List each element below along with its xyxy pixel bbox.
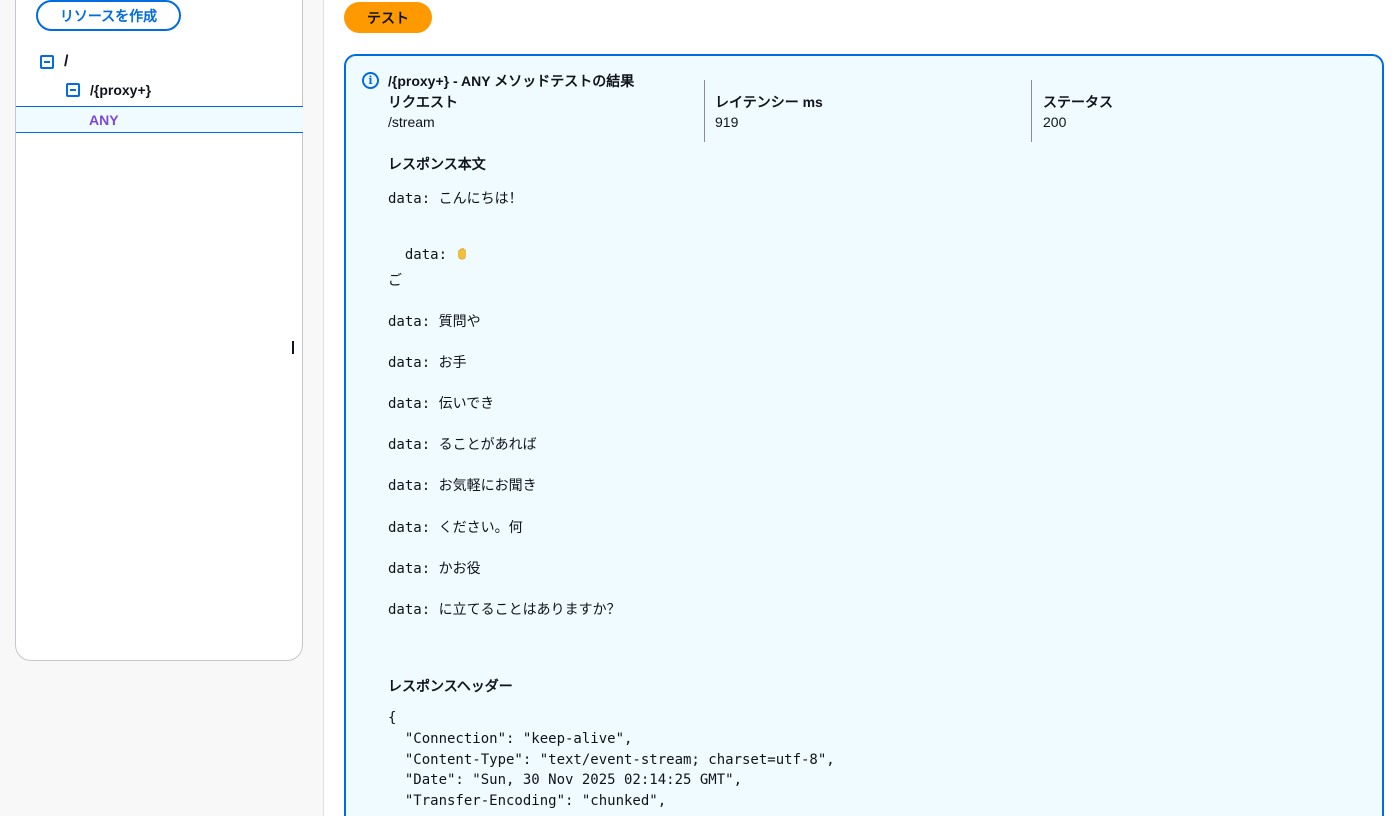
collapse-icon[interactable]: [66, 83, 80, 97]
request-label: リクエスト: [388, 94, 458, 110]
result-title: /{proxy+} - ANY メソッドテストの結果: [388, 73, 635, 89]
tree-node-label: /{proxy+}: [90, 82, 152, 98]
body-line: data: ることがあれば: [388, 437, 537, 453]
body-line: data: に立てることはありますか？: [388, 602, 621, 618]
resource-tree-panel: [15, 0, 303, 661]
body-line: data: こんにちは！: [388, 191, 523, 207]
header-line: {: [388, 710, 397, 726]
body-line: data: お手: [388, 355, 467, 371]
body-line: data: 伝いでき: [388, 396, 495, 412]
status-value: 200: [1043, 114, 1067, 130]
request-value: /stream: [388, 114, 435, 130]
header-line: "Connection": "keep-alive",: [388, 731, 633, 747]
test-button[interactable]: テスト: [344, 2, 432, 33]
header-line: "Transfer-Encoding": "chunked",: [388, 793, 667, 809]
header-line: "Date": "Sun, 30 Nov 2025 02:14:25 GMT",: [388, 772, 743, 788]
body-line: data: ください。何: [388, 520, 523, 536]
method-label: ANY: [89, 111, 119, 128]
header-line: "Content-Type": "text/event-stream; char…: [388, 752, 835, 768]
response-headers-title: レスポンスヘッダー: [388, 678, 513, 694]
body-line: ご: [388, 273, 402, 289]
collapse-icon[interactable]: [40, 55, 54, 69]
body-line: data: かお役: [388, 561, 481, 577]
body-line: data:: [388, 229, 469, 263]
latency-label: レイテンシー ms: [715, 94, 823, 110]
create-resource-button[interactable]: リソースを作成: [36, 0, 181, 31]
tree-node-proxy[interactable]: /{proxy+}: [66, 82, 151, 98]
tree-node-label: /: [64, 53, 69, 70]
tree-node-root[interactable]: /: [40, 53, 68, 71]
column-separator: [1031, 80, 1032, 142]
info-icon: i: [362, 72, 379, 89]
text-cursor-icon: [292, 341, 294, 354]
tree-node-any-method[interactable]: ANY: [16, 106, 303, 133]
body-line: data: お気軽にお聞き: [388, 478, 537, 494]
response-body-title: レスポンス本文: [388, 156, 486, 172]
waving-hand-icon: [458, 248, 467, 260]
body-line: data: 質問や: [388, 314, 481, 330]
column-separator: [704, 80, 705, 142]
status-label: ステータス: [1043, 94, 1113, 110]
latency-value: 919: [715, 114, 739, 130]
